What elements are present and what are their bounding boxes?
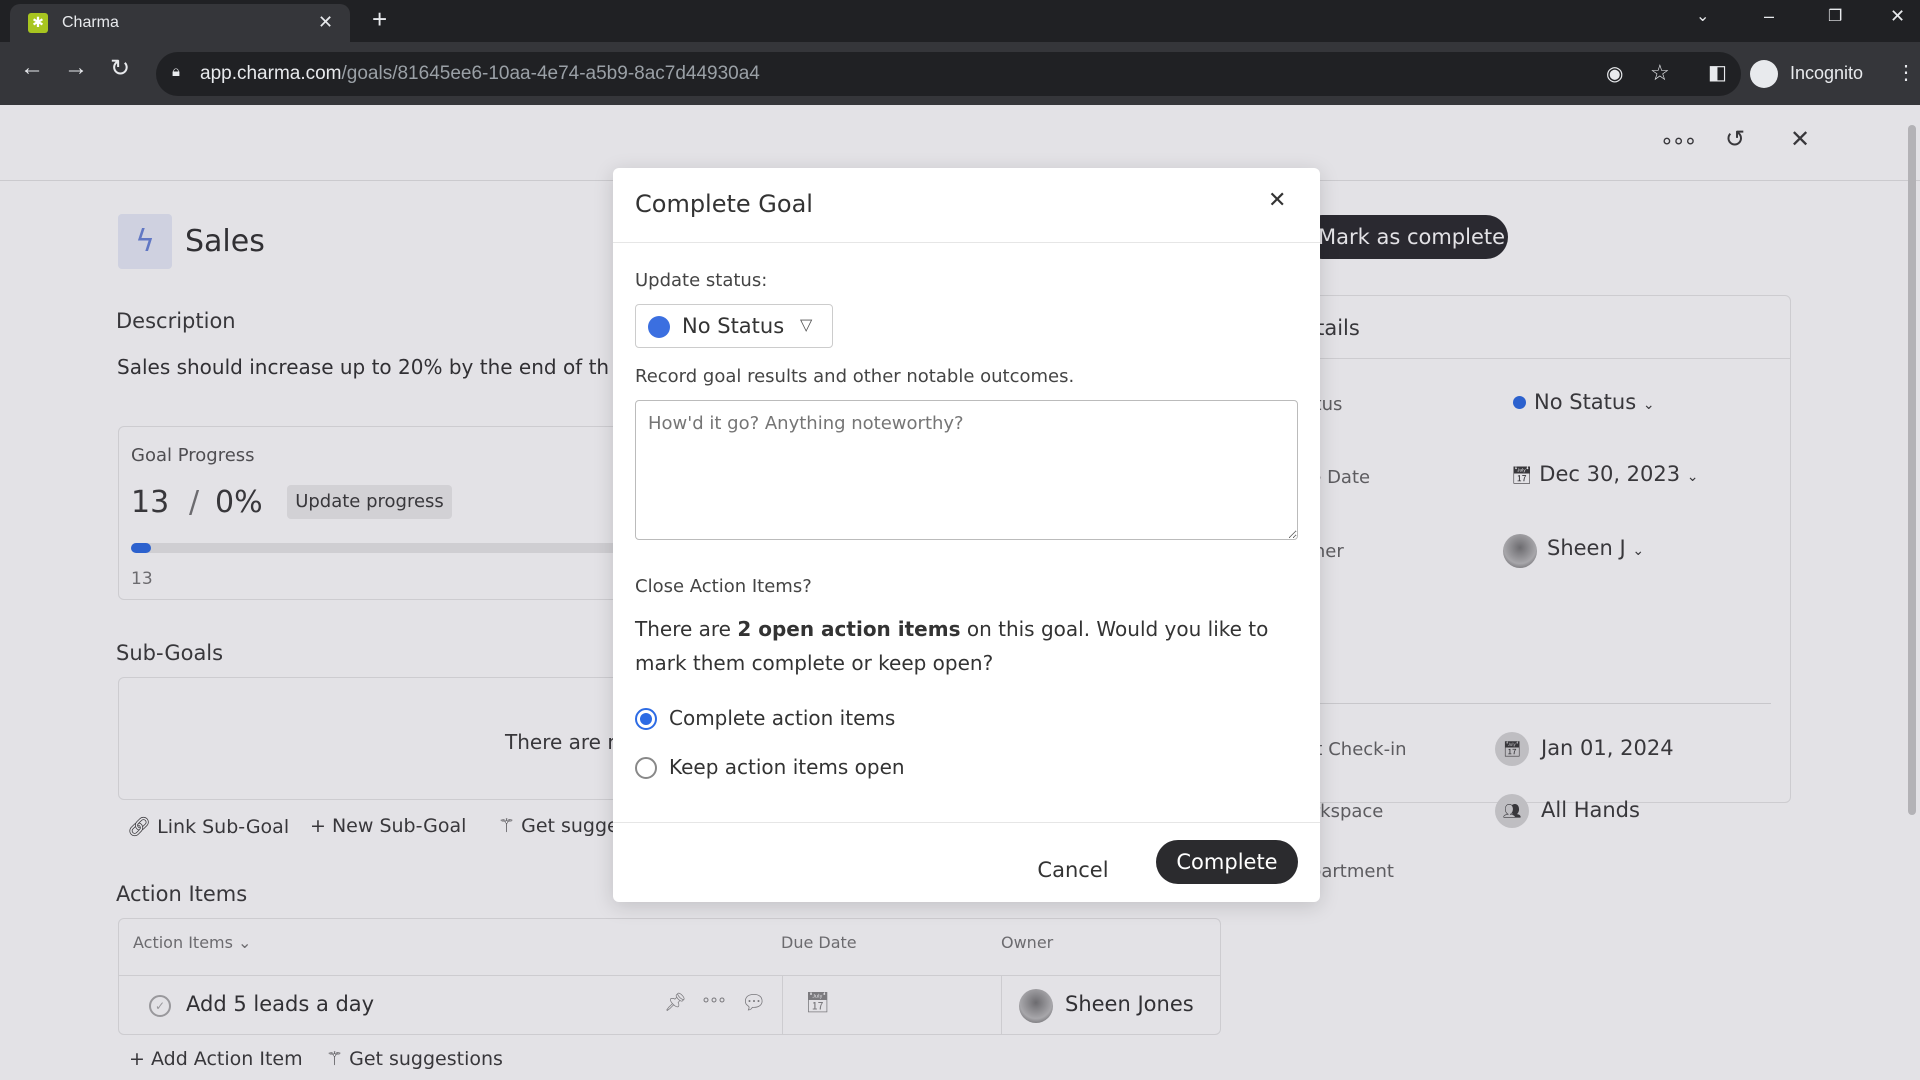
tracking-off-icon[interactable]: ◉ <box>1606 61 1623 86</box>
complete-action-items-option[interactable]: Complete action items <box>635 704 1035 734</box>
complete-action-items-label: Complete action items <box>669 706 896 730</box>
minimize-icon[interactable]: – <box>1764 6 1774 27</box>
dialog-close-icon[interactable]: ✕ <box>1268 188 1286 213</box>
triangle-down-icon: ▽ <box>800 315 813 334</box>
charma-favicon-icon: ✱ <box>28 13 48 33</box>
keep-action-items-open-option[interactable]: Keep action items open <box>635 753 1035 783</box>
complete-action-items-radio[interactable] <box>635 708 657 730</box>
status-select-value: No Status <box>682 314 785 338</box>
keep-action-items-open-radio[interactable] <box>635 757 657 779</box>
url-field[interactable]: 🔒︎ app.charma.com/goals/81645ee6-10aa-4e… <box>156 52 1741 96</box>
lock-icon: 🔒︎ <box>172 63 180 80</box>
url-text: app.charma.com/goals/81645ee6-10aa-4e74-… <box>200 63 760 84</box>
update-status-label: Update status: <box>635 270 768 291</box>
results-label: Record goal results and other notable ou… <box>635 366 1075 387</box>
incognito-icon <box>1750 60 1778 88</box>
forward-icon[interactable]: → <box>64 54 88 82</box>
status-select[interactable]: No Status ▽ <box>635 304 833 348</box>
cancel-button[interactable]: Cancel <box>1033 848 1113 892</box>
results-textarea[interactable] <box>635 400 1298 540</box>
back-icon[interactable]: ← <box>20 54 44 82</box>
keep-action-items-open-label: Keep action items open <box>669 755 905 779</box>
complete-goal-dialog: Complete Goal ✕ Update status: No Status… <box>613 168 1320 902</box>
window-close-icon[interactable]: ✕ <box>1890 6 1905 27</box>
dialog-footer-divider <box>613 822 1320 823</box>
close-action-items-text: There are 2 open action items on this go… <box>635 617 1269 675</box>
bookmark-star-icon[interactable]: ☆ <box>1650 60 1670 86</box>
browser-tab-bar: ✱ Charma ✕ + ⌄ – ❐ ✕ <box>0 0 1920 42</box>
browser-menu-icon[interactable]: ⋮ <box>1896 60 1916 85</box>
dialog-header-divider <box>613 242 1320 243</box>
complete-button[interactable]: Complete <box>1156 840 1298 884</box>
browser-tab[interactable]: ✱ Charma ✕ <box>10 4 350 42</box>
dialog-title: Complete Goal <box>635 190 813 218</box>
tab-close-icon[interactable]: ✕ <box>318 12 333 33</box>
profile-label[interactable]: Incognito <box>1790 63 1863 84</box>
reload-icon[interactable]: ↻ <box>110 54 130 83</box>
tab-search-icon[interactable]: ⌄ <box>1696 6 1709 26</box>
tab-title: Charma <box>62 14 119 31</box>
side-panel-icon[interactable]: ◧ <box>1708 60 1727 85</box>
status-dot-icon <box>648 316 670 338</box>
new-tab-icon[interactable]: + <box>372 4 387 35</box>
restore-icon[interactable]: ❐ <box>1828 6 1842 26</box>
close-action-items-label: Close Action Items? <box>635 576 812 597</box>
